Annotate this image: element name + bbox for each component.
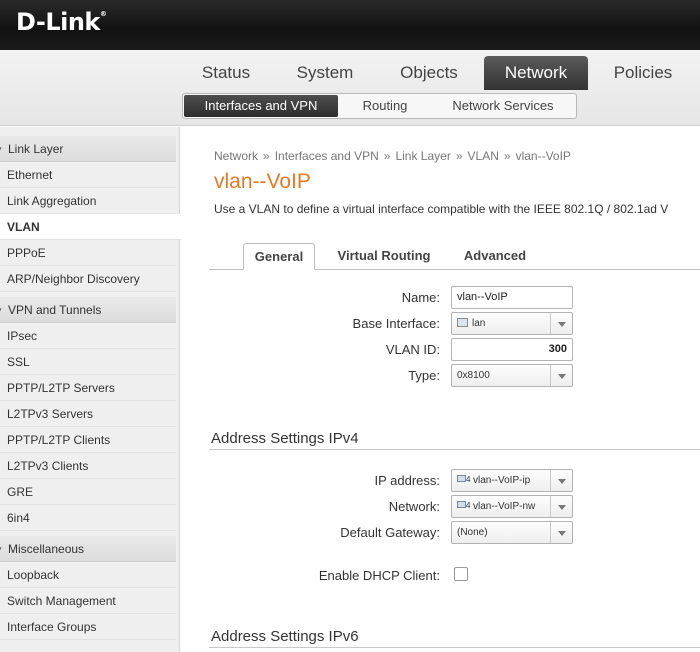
ipv4-object-icon: 4 bbox=[457, 474, 470, 484]
subnav-routing[interactable]: Routing bbox=[343, 95, 427, 117]
sidebar-group-miscellaneous[interactable]: ▾Miscellaneous bbox=[0, 536, 176, 562]
subnav-network-services[interactable]: Network Services bbox=[435, 95, 571, 117]
ip-address-label: IP address: bbox=[374, 473, 440, 488]
vlan-id-label: VLAN ID: bbox=[385, 342, 440, 357]
tab-advanced[interactable]: Advanced bbox=[452, 243, 538, 270]
sidebar-item-l2tpv3-servers[interactable]: L2TPv3 Servers bbox=[0, 401, 176, 427]
section-title-ipv6: Address Settings IPv6 bbox=[211, 628, 359, 645]
breadcrumb-current: vlan--VoIP bbox=[515, 149, 571, 163]
top-header: D-Link® bbox=[0, 0, 700, 50]
breadcrumb-vlan[interactable]: VLAN bbox=[468, 149, 499, 163]
breadcrumb-interfaces-vpn[interactable]: Interfaces and VPN bbox=[275, 149, 379, 163]
nav-tab-system[interactable]: System bbox=[282, 56, 368, 90]
nav-tab-objects[interactable]: Objects bbox=[386, 56, 472, 90]
chevron-down-icon[interactable] bbox=[550, 522, 572, 543]
sidebar-item-switch-management[interactable]: Switch Management bbox=[0, 588, 176, 614]
sidebar-item-loopback[interactable]: Loopback bbox=[0, 562, 176, 588]
subnav-interfaces-vpn[interactable]: Interfaces and VPN bbox=[184, 95, 338, 117]
base-interface-label: Base Interface: bbox=[352, 316, 440, 331]
sidebar: ▾Link Layer Ethernet Link Aggregation VL… bbox=[0, 127, 181, 652]
ipv4-object-icon: 4 bbox=[457, 500, 470, 510]
sidebar-item-gre[interactable]: GRE bbox=[0, 479, 176, 505]
sidebar-group-link-layer[interactable]: ▾Link Layer bbox=[0, 136, 176, 162]
breadcrumb-network[interactable]: Network bbox=[214, 149, 258, 163]
sidebar-item-6in4[interactable]: 6in4 bbox=[0, 505, 176, 531]
default-gateway-label: Default Gateway: bbox=[340, 525, 440, 540]
section-divider bbox=[209, 449, 700, 450]
network-label: Network: bbox=[388, 499, 440, 514]
active-item-pointer bbox=[170, 219, 179, 237]
chevron-down-icon: ▾ bbox=[0, 536, 2, 562]
chevron-down-icon[interactable] bbox=[550, 313, 572, 334]
dlink-logo: D-Link® bbox=[16, 8, 107, 36]
sidebar-group-vpn-tunnels[interactable]: ▾VPN and Tunnels bbox=[0, 297, 176, 323]
chevron-down-icon[interactable] bbox=[550, 496, 572, 517]
sidebar-item-pppoe[interactable]: PPPoE bbox=[0, 240, 176, 266]
enable-dhcp-label: Enable DHCP Client: bbox=[318, 568, 440, 583]
sidebar-item-arp-neighbor[interactable]: ARP/Neighbor Discovery bbox=[0, 266, 176, 292]
sidebar-item-pptp-l2tp-servers[interactable]: PPTP/L2TP Servers bbox=[0, 375, 176, 401]
type-label: Type: bbox=[408, 368, 440, 383]
main-navigation: Status System Objects Network Policies I… bbox=[0, 50, 700, 126]
sidebar-item-pptp-l2tp-clients[interactable]: PPTP/L2TP Clients bbox=[0, 427, 176, 453]
chevron-down-icon[interactable] bbox=[550, 365, 572, 386]
chevron-down-icon: ▾ bbox=[0, 297, 2, 323]
nav-tab-network[interactable]: Network bbox=[484, 56, 588, 90]
ip-address-select[interactable]: 4 vlan--VoIP-ip bbox=[451, 469, 573, 492]
sidebar-item-interface-groups[interactable]: Interface Groups bbox=[0, 614, 176, 640]
sidebar-item-vlan[interactable]: VLAN bbox=[0, 214, 181, 240]
sidebar-item-ethernet[interactable]: Ethernet bbox=[0, 162, 176, 188]
page-description: Use a VLAN to define a virtual interface… bbox=[214, 202, 669, 216]
type-select[interactable]: 0x8100 bbox=[451, 364, 573, 387]
nav-tab-status[interactable]: Status bbox=[186, 56, 266, 90]
vlan-id-field[interactable]: 300 bbox=[451, 338, 573, 361]
interface-icon bbox=[457, 317, 468, 327]
sub-navigation: Interfaces and VPN Routing Network Servi… bbox=[182, 93, 577, 119]
enable-dhcp-checkbox[interactable] bbox=[454, 567, 468, 581]
sidebar-item-l2tpv3-clients[interactable]: L2TPv3 Clients bbox=[0, 453, 176, 479]
tab-general[interactable]: General bbox=[243, 243, 315, 270]
sidebar-item-ipsec[interactable]: IPsec bbox=[0, 323, 176, 349]
chevron-down-icon[interactable] bbox=[550, 470, 572, 491]
name-label: Name: bbox=[401, 290, 440, 305]
section-divider bbox=[209, 647, 700, 648]
breadcrumb: Network» Interfaces and VPN» Link Layer» VL… bbox=[214, 149, 571, 163]
page-title: vlan--VoIP bbox=[214, 170, 311, 193]
sidebar-item-link-aggregation[interactable]: Link Aggregation bbox=[0, 188, 176, 214]
nav-tab-policies[interactable]: Policies bbox=[602, 56, 684, 90]
sidebar-item-ssl[interactable]: SSL bbox=[0, 349, 176, 375]
chevron-down-icon: ▾ bbox=[0, 136, 2, 162]
section-title-ipv4: Address Settings IPv4 bbox=[211, 430, 359, 447]
default-gateway-select[interactable]: (None) bbox=[451, 521, 573, 544]
name-field[interactable]: vlan--VoIP bbox=[451, 286, 573, 309]
base-interface-select[interactable]: lan bbox=[451, 312, 573, 335]
breadcrumb-link-layer[interactable]: Link Layer bbox=[395, 149, 450, 163]
tab-virtual-routing[interactable]: Virtual Routing bbox=[326, 243, 442, 270]
network-select[interactable]: 4 vlan--VoIP-nw bbox=[451, 495, 573, 518]
